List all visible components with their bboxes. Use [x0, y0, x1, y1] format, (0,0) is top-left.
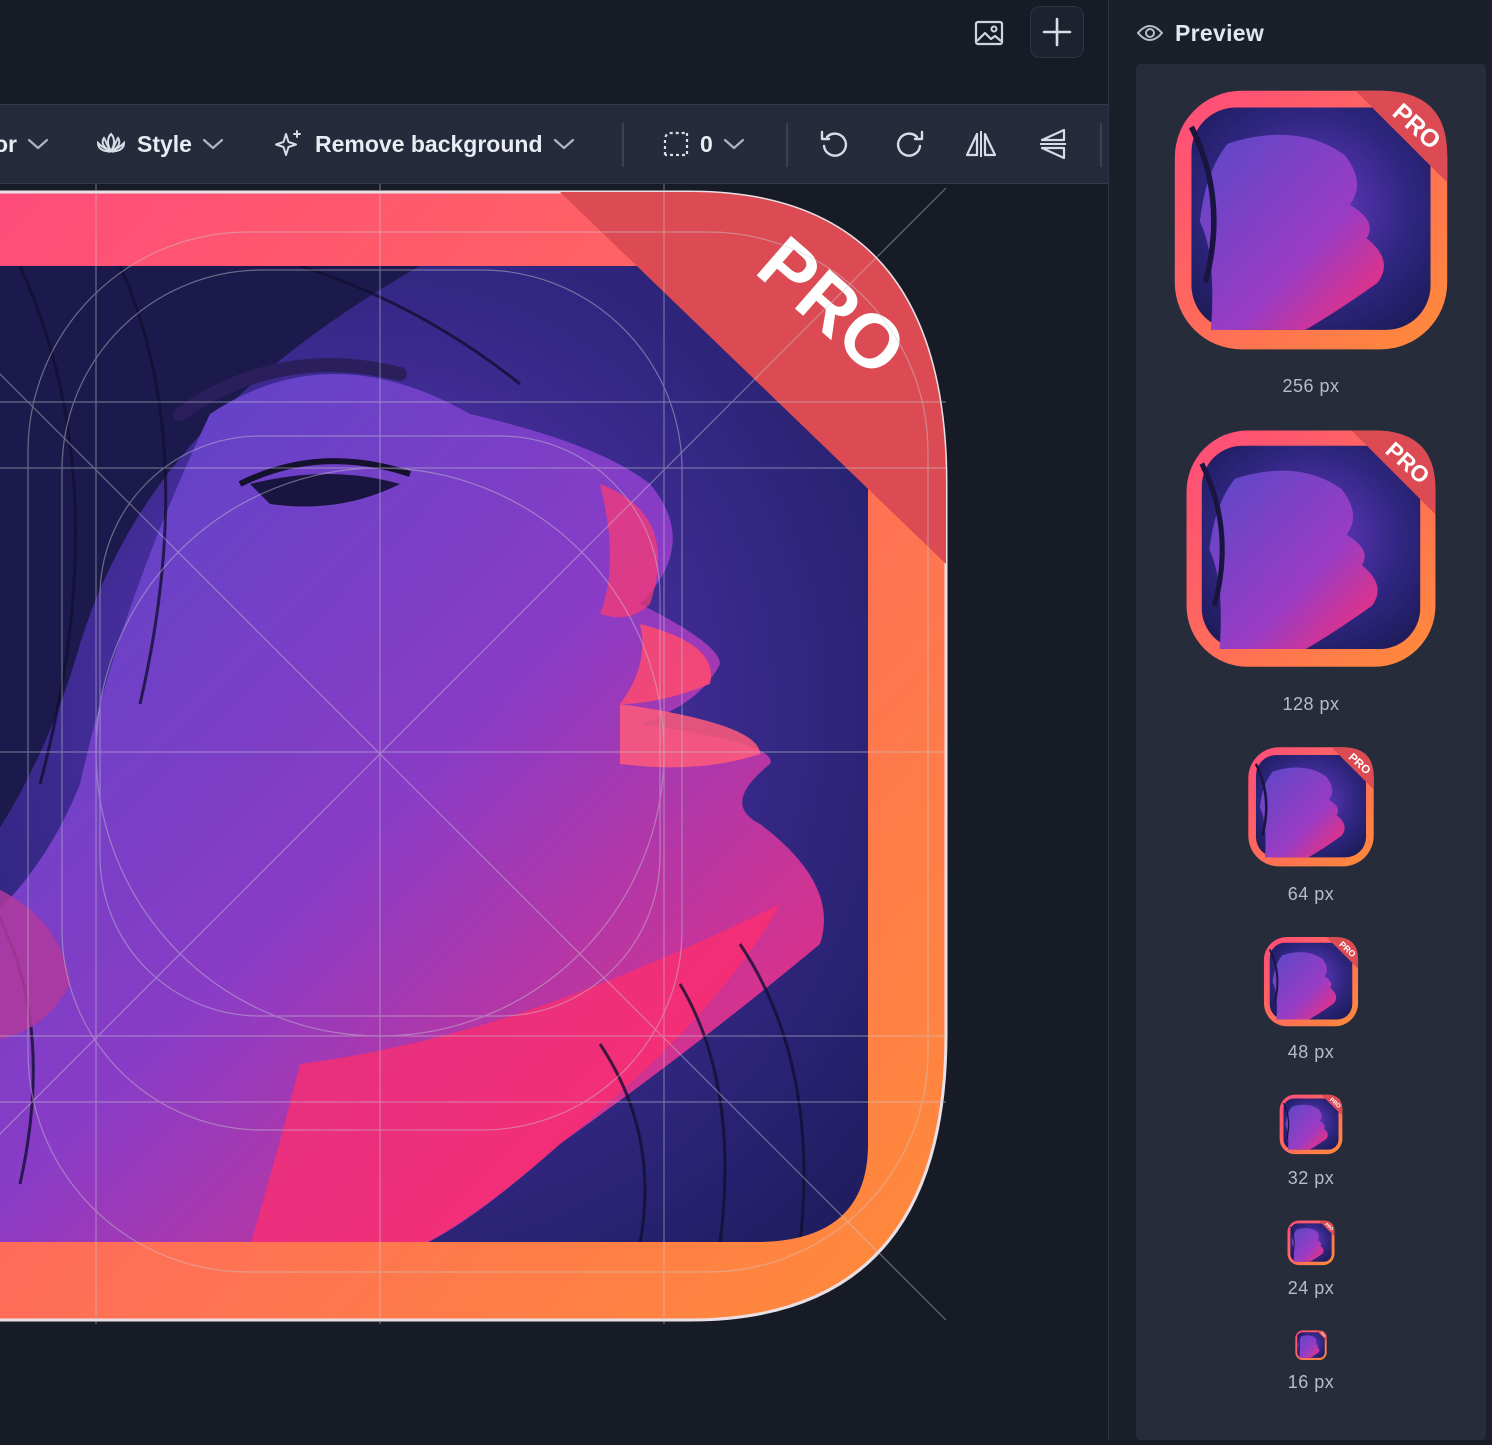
preview-icon-48px: PRO: [1263, 936, 1359, 1027]
chevron-down-icon: [202, 138, 224, 150]
image-button[interactable]: [965, 12, 1013, 54]
chevron-down-icon: [553, 138, 574, 150]
lotus-icon: [96, 132, 126, 154]
add-button[interactable]: [1030, 6, 1084, 58]
preview-size-label: 24 px: [1287, 1278, 1335, 1298]
icon-artwork: PRO: [0, 184, 948, 1324]
chevron-down-icon: [27, 138, 49, 150]
flip-horizontal-icon: [965, 131, 997, 157]
editor-area: or Style Remove background 0 PRO: [0, 0, 1108, 1440]
corner-radius-dropdown[interactable]: 0: [662, 105, 745, 183]
toolbar-divider: [1100, 123, 1102, 167]
sparkles-icon: [275, 130, 301, 156]
preview-header: Preview: [1137, 16, 1264, 50]
preview-icon-16px: PRO: [1295, 1330, 1327, 1361]
preview-list: PRO 256 px PRO 128 px PRO 64 px PRO 48 px PRO 32 …: [1136, 64, 1486, 1440]
corner-radius-value: 0: [700, 130, 713, 157]
icon-canvas[interactable]: PRO: [0, 184, 1108, 1440]
preview-size-label: 256 px: [1282, 376, 1340, 396]
eye-icon: [1137, 25, 1163, 41]
undo-icon: [820, 130, 848, 157]
undo-button[interactable]: [818, 105, 852, 183]
remove-background-label: Remove background: [315, 130, 543, 157]
edit-toolbar: or Style Remove background 0: [0, 104, 1108, 184]
preview-size-label: 48 px: [1287, 1042, 1335, 1062]
remove-background-dropdown[interactable]: Remove background: [273, 105, 575, 183]
toolbar-divider: [622, 123, 624, 167]
redo-button[interactable]: [892, 105, 926, 183]
style-label: Style: [137, 130, 192, 157]
color-dropdown-label: or: [0, 130, 17, 157]
style-dropdown[interactable]: Style: [95, 105, 224, 183]
flip-horizontal-button[interactable]: [964, 105, 998, 183]
top-bar: [0, 0, 1108, 104]
preview-icon-64px: PRO: [1247, 746, 1375, 868]
color-dropdown[interactable]: or: [0, 105, 49, 183]
preview-size-label: 64 px: [1287, 884, 1335, 904]
image-icon: [974, 20, 1004, 46]
preview-panel: Preview PRO 256 px PRO 128 px PRO 64 px PRO 48 …: [1108, 0, 1492, 1440]
plus-icon: [1042, 17, 1072, 47]
chevron-down-icon: [723, 138, 744, 150]
preview-size-label: 16 px: [1287, 1372, 1335, 1392]
preview-size-label: 128 px: [1282, 694, 1340, 714]
preview-title: Preview: [1175, 19, 1265, 46]
preview-size-label: 32 px: [1287, 1168, 1335, 1188]
preview-icon-128px: PRO: [1184, 428, 1438, 669]
flip-vertical-icon: [1040, 128, 1066, 160]
corner-radius-icon: [663, 131, 689, 157]
flip-vertical-button[interactable]: [1036, 105, 1070, 183]
toolbar-divider: [786, 123, 788, 167]
preview-icon-256px: PRO: [1172, 88, 1450, 352]
preview-icon-24px: PRO: [1287, 1220, 1335, 1266]
redo-icon: [896, 130, 924, 157]
preview-icon-32px: PRO: [1279, 1094, 1343, 1155]
